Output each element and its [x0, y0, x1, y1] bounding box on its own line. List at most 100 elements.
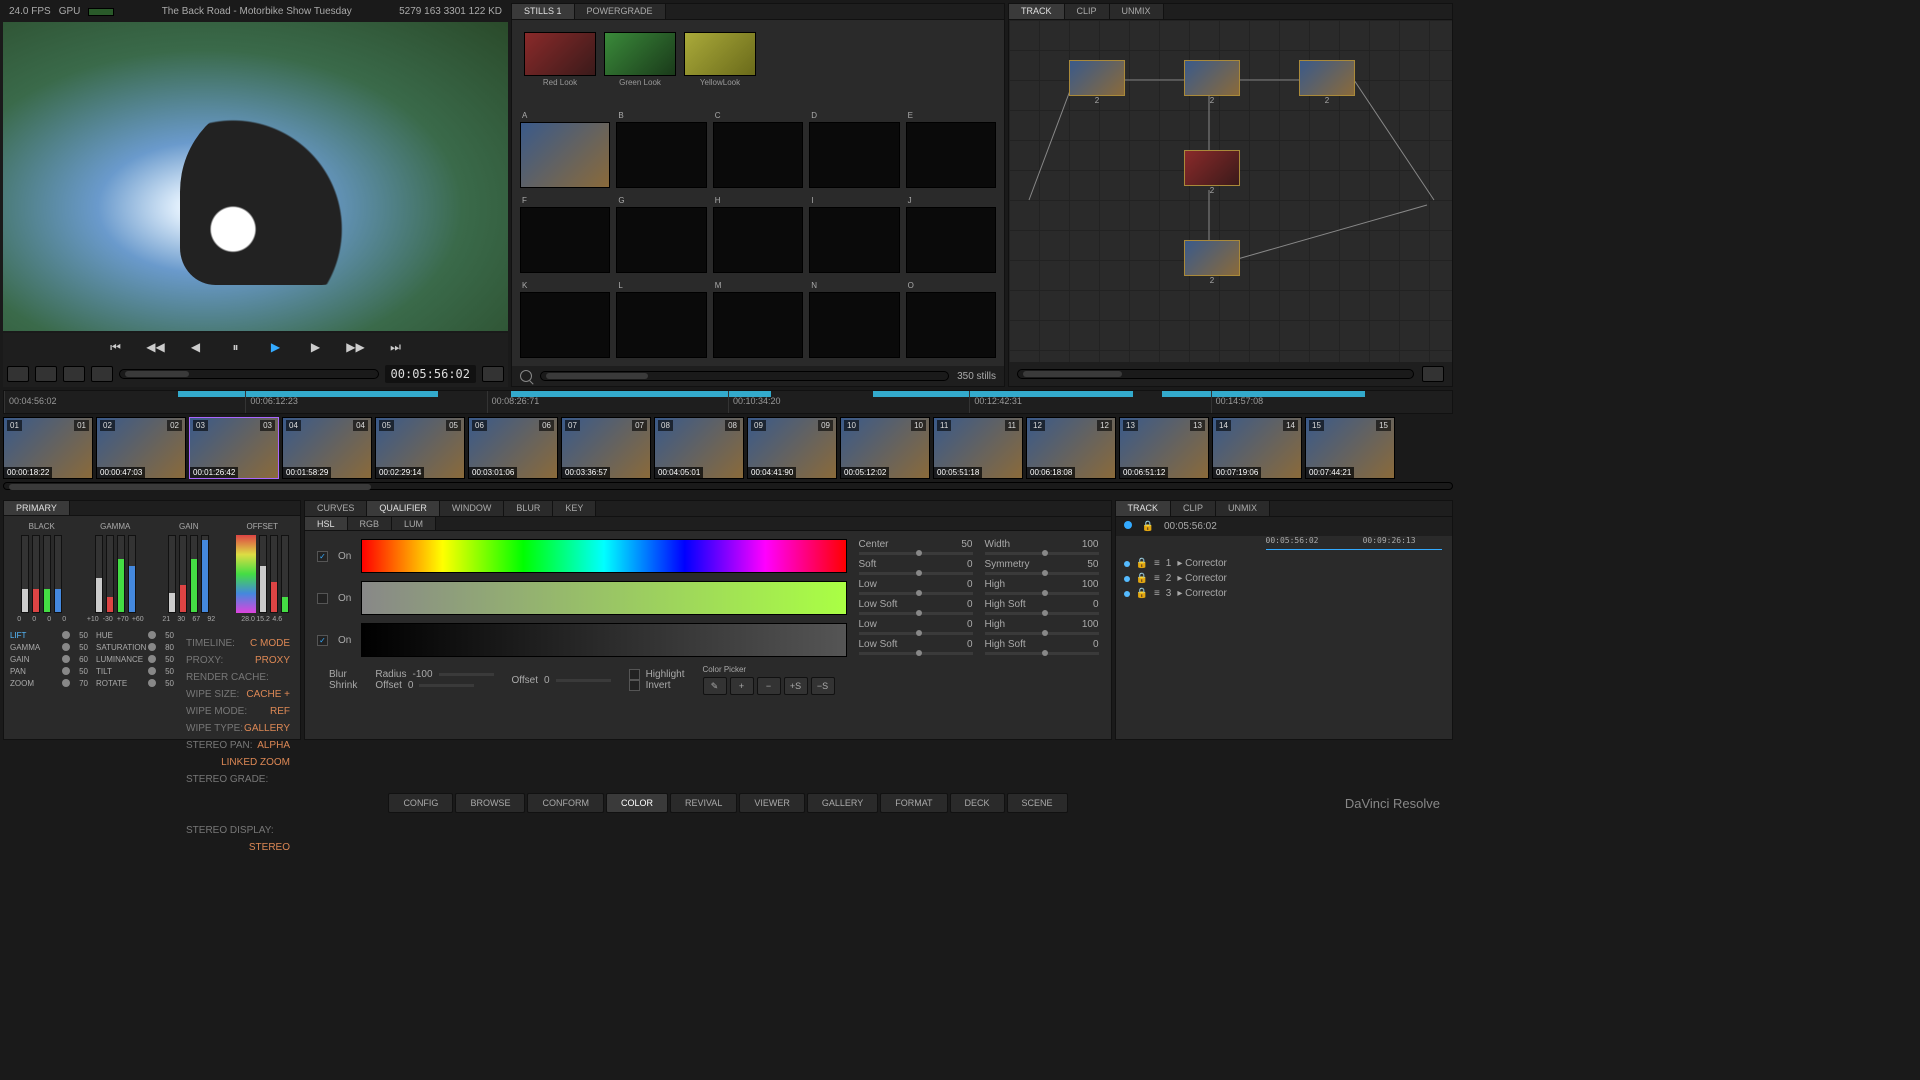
param-symmetry[interactable]: Symmetry50 [985, 559, 1099, 575]
slider-tilt[interactable]: TILT50 [96, 667, 174, 676]
nav-scene[interactable]: SCENE [1007, 793, 1068, 813]
param-high[interactable]: High100 [985, 619, 1099, 635]
nav-config[interactable]: CONFIG [388, 793, 453, 813]
clip-10[interactable]: 101000:05:12:02 [840, 417, 930, 479]
picker-button[interactable]: + [730, 677, 754, 695]
nav-format[interactable]: FORMAT [880, 793, 947, 813]
bar-slider[interactable] [21, 535, 29, 613]
still-red-look[interactable]: Red Look [524, 32, 596, 89]
bar-slider[interactable] [54, 535, 62, 613]
source-slot-k[interactable]: K [520, 279, 610, 358]
param-width[interactable]: Width100 [985, 539, 1099, 555]
kf-tab-clip[interactable]: CLIP [1171, 501, 1216, 516]
nav-gallery[interactable]: GALLERY [807, 793, 878, 813]
subtab-rgb[interactable]: RGB [348, 517, 393, 530]
clip-06[interactable]: 060600:03:01:06 [468, 417, 558, 479]
nav-browse[interactable]: BROWSE [455, 793, 525, 813]
bar-slider[interactable] [179, 535, 187, 613]
node[interactable]: 2 [1184, 240, 1240, 285]
node-graph[interactable]: 22222 [1009, 20, 1452, 362]
source-slot-i[interactable]: I [809, 194, 899, 273]
lock-icon[interactable]: 🔒 [1142, 521, 1154, 532]
invert-checkbox[interactable] [629, 680, 640, 691]
nav-color[interactable]: COLOR [606, 793, 668, 813]
first-frame-button[interactable]: ⏮ [108, 339, 124, 355]
tab-window[interactable]: WINDOW [440, 501, 505, 516]
picker-button[interactable]: − [757, 677, 781, 695]
node-tab-unmix[interactable]: UNMIX [1110, 4, 1164, 19]
hue-gradient[interactable] [361, 539, 846, 573]
blur-offset-slider[interactable] [556, 679, 611, 682]
offset-strip[interactable] [236, 535, 256, 613]
clip-04[interactable]: 040400:01:58:29 [282, 417, 372, 479]
nav-viewer[interactable]: VIEWER [739, 793, 805, 813]
param-high-soft[interactable]: High Soft0 [985, 599, 1099, 615]
slider-zoom[interactable]: ZOOM70 [10, 679, 88, 688]
still-yellowlook[interactable]: YellowLook [684, 32, 756, 89]
bar-slider[interactable] [259, 535, 267, 613]
bar-slider[interactable] [43, 535, 51, 613]
saturation-gradient[interactable] [361, 581, 846, 615]
source-slot-o[interactable]: O [906, 279, 996, 358]
source-slot-h[interactable]: H [713, 194, 803, 273]
bar-slider[interactable] [128, 535, 136, 613]
viewer-image[interactable] [3, 22, 508, 331]
tab-curves[interactable]: CURVES [305, 501, 367, 516]
source-slot-c[interactable]: C [713, 109, 803, 188]
param-high-soft[interactable]: High Soft0 [985, 639, 1099, 655]
bar-slider[interactable] [190, 535, 198, 613]
node[interactable]: 2 [1069, 60, 1125, 105]
tab-blur[interactable]: BLUR [504, 501, 553, 516]
subtab-hsl[interactable]: HSL [305, 517, 348, 530]
node-tab-track[interactable]: TRACK [1009, 4, 1065, 19]
slider-lift[interactable]: LIFT50 [10, 631, 88, 640]
sat-enable-checkbox[interactable] [317, 593, 328, 604]
clip-09[interactable]: 090900:04:41:90 [747, 417, 837, 479]
kf-tab-track[interactable]: TRACK [1116, 501, 1172, 516]
bar-slider[interactable] [201, 535, 209, 613]
hue-enable-checkbox[interactable]: ✓ [317, 551, 328, 562]
highlight-checkbox[interactable] [629, 669, 640, 680]
keyframe-ruler[interactable]: 00:05:56:02 00:09:26:13 [1266, 536, 1443, 550]
bar-slider[interactable] [281, 535, 289, 613]
jog-slider[interactable] [119, 369, 379, 379]
bar-slider[interactable] [32, 535, 40, 613]
kf-tab-unmix[interactable]: UNMIX [1216, 501, 1270, 516]
nav-conform[interactable]: CONFORM [527, 793, 604, 813]
source-slot-d[interactable]: D [809, 109, 899, 188]
source-slot-n[interactable]: N [809, 279, 899, 358]
step-forward-button[interactable]: ▶ [308, 339, 324, 355]
viewer-mode-button-3[interactable] [63, 366, 85, 382]
keyframe-track-1[interactable]: 🔒≡1▸ Corrector [1124, 556, 1445, 571]
slider-hue[interactable]: HUE50 [96, 631, 174, 640]
clip-03[interactable]: 030300:01:26:42 [189, 417, 279, 479]
viewer-mode-button-1[interactable] [7, 366, 29, 382]
clip-08[interactable]: 080800:04:05:01 [654, 417, 744, 479]
param-low[interactable]: Low0 [859, 619, 973, 635]
timeline-ruler[interactable]: 00:04:56:0200:06:12:2300:08:26:7100:10:3… [3, 390, 1453, 414]
source-slot-j[interactable]: J [906, 194, 996, 273]
param-center[interactable]: Center50 [859, 539, 973, 555]
step-back-button[interactable]: ◀ [188, 339, 204, 355]
clip-02[interactable]: 020200:00:47:03 [96, 417, 186, 479]
source-slot-l[interactable]: L [616, 279, 706, 358]
search-icon[interactable] [520, 370, 532, 382]
slider-rotate[interactable]: ROTATE50 [96, 679, 174, 688]
nav-deck[interactable]: DECK [950, 793, 1005, 813]
tab-stills-1[interactable]: STILLS 1 [512, 4, 575, 19]
blur-radius-slider[interactable] [439, 673, 494, 676]
node-scrollbar[interactable] [1017, 369, 1414, 379]
tab-powergrade[interactable]: POWERGRADE [575, 4, 666, 19]
clip-14[interactable]: 141400:07:19:06 [1212, 417, 1302, 479]
node[interactable]: 2 [1184, 150, 1240, 195]
viewer-mode-button-2[interactable] [35, 366, 57, 382]
source-slot-b[interactable]: B [616, 109, 706, 188]
slider-gain[interactable]: GAIN60 [10, 655, 88, 664]
nav-revival[interactable]: REVIVAL [670, 793, 737, 813]
rewind-button[interactable]: ◀◀ [148, 339, 164, 355]
stills-scrollbar[interactable] [540, 371, 949, 381]
bar-slider[interactable] [106, 535, 114, 613]
clip-13[interactable]: 131300:06:51:12 [1119, 417, 1209, 479]
node[interactable]: 2 [1299, 60, 1355, 105]
clip-07[interactable]: 070700:03:36:57 [561, 417, 651, 479]
